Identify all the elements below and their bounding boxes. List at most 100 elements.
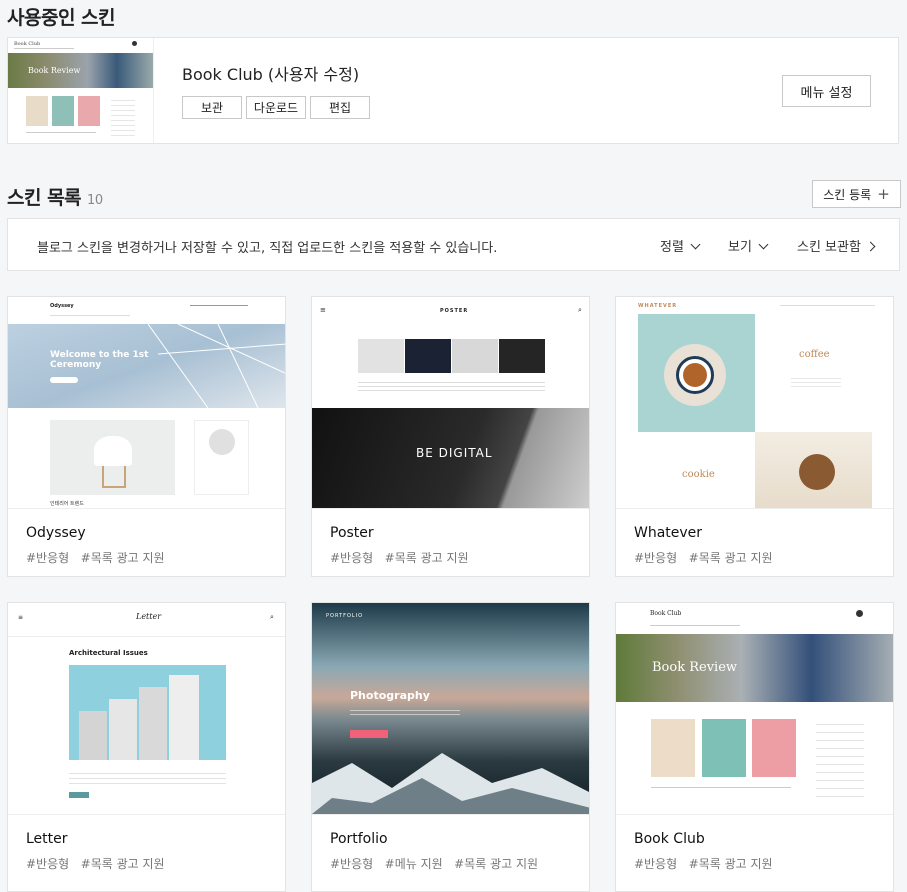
plus-icon: +: [877, 185, 890, 203]
storage-label: 스킨 보관함: [797, 240, 861, 255]
banner-text: Book Review: [652, 660, 738, 675]
skin-card-odyssey[interactable]: Odyssey Welcome to the 1st Ceremony 인테리어…: [7, 296, 286, 577]
skin-name: Odyssey: [26, 525, 86, 541]
thumb-headline: Welcome to the 1st Ceremony: [50, 350, 149, 370]
info-bar: 블로그 스킨을 변경하거나 저장할 수 있고, 직접 업로드한 스킨을 적용할 …: [7, 218, 900, 271]
skin-card-portfolio[interactable]: PORTFOLIO Photography Portfolio #반응형 #메뉴…: [311, 602, 590, 892]
tag: #반응형: [634, 857, 678, 871]
profile-image: [209, 429, 235, 455]
thumb-text: [791, 375, 841, 389]
skin-name: Portfolio: [330, 831, 388, 847]
thumb-logo: POSTER: [440, 308, 469, 314]
skin-thumbnail: Odyssey Welcome to the 1st Ceremony 인테리어…: [8, 297, 285, 509]
tag: #목록 광고 지원: [454, 857, 539, 871]
skin-card-book-club[interactable]: Book Club Book Review Book Club #반응형 #목록…: [615, 602, 894, 892]
skin-thumbnail: WHATEVER coffee cookie: [616, 297, 893, 509]
tag: #목록 광고 지원: [688, 551, 773, 565]
skin-name: Poster: [330, 525, 374, 541]
register-skin-label: 스킨 등록: [823, 187, 872, 202]
thumb-word-coffee: coffee: [799, 349, 830, 360]
menu-settings-button[interactable]: 메뉴 설정: [782, 75, 871, 107]
thumb-search: [190, 305, 248, 306]
thumb-product-3: [452, 339, 498, 373]
thumb-logo: Odyssey: [50, 303, 74, 309]
thumb-banner: BE DIGITAL: [312, 408, 589, 508]
thumb-divider: [8, 636, 285, 637]
thumb-product-2: [405, 339, 451, 373]
skin-name: Whatever: [634, 525, 703, 541]
avatar: [856, 610, 863, 617]
register-skin-button[interactable]: 스킨 등록 +: [812, 180, 901, 208]
cup: [676, 356, 714, 394]
tag: #목록 광고 지원: [80, 551, 165, 565]
thumb-logo: PORTFOLIO: [326, 613, 364, 619]
skin-card-poster[interactable]: ≡ POSTER ⌕ BE DIGITAL Poster #반응형 #목록 광고…: [311, 296, 590, 577]
thumb-nav: [50, 315, 130, 316]
thumb-hero: Welcome to the 1st Ceremony: [8, 324, 285, 408]
thumb-logo: Letter: [136, 612, 162, 621]
chair-legs: [102, 466, 126, 488]
tag: #목록 광고 지원: [384, 551, 469, 565]
thumb-headline: Photography: [350, 689, 430, 702]
menu-icon: ≡: [18, 614, 24, 621]
chevron-down-icon: [690, 239, 701, 250]
banner-text: BE DIGITAL: [416, 446, 493, 460]
building-1: [79, 711, 107, 760]
thumb-word-cookie: cookie: [682, 469, 715, 480]
thumb-nav: [780, 305, 875, 306]
chevron-down-icon: [758, 239, 769, 250]
skin-tags: #반응형 #목록 광고 지원: [26, 855, 165, 872]
current-skin-thumbnail[interactable]: Book Club Book Review: [8, 38, 154, 143]
thumb-cookie-image: [755, 432, 872, 508]
menu-icon: ≡: [320, 306, 326, 314]
thumb-book-1: [26, 96, 48, 126]
thumb-text: [350, 707, 460, 715]
skin-card-whatever[interactable]: WHATEVER coffee cookie Whatever #반응형 #목록…: [615, 296, 894, 577]
thumb-text: [26, 132, 96, 133]
tag: #반응형: [26, 551, 70, 565]
tag: #목록 광고 지원: [688, 857, 773, 871]
thumb-nav: [14, 48, 74, 49]
thumb-building: [69, 665, 226, 760]
thumb-logo: Book Club: [14, 41, 41, 47]
thumb-sidebar: [816, 717, 864, 797]
skin-thumbnail: PORTFOLIO Photography: [312, 603, 589, 815]
thumb-book-3: [752, 719, 796, 777]
tag: #반응형: [26, 857, 70, 871]
skin-name: Book Club: [634, 831, 705, 847]
thumb-book-3: [78, 96, 100, 126]
skin-tags: #반응형 #목록 광고 지원: [634, 855, 773, 872]
skin-storage-link[interactable]: 스킨 보관함: [797, 236, 876, 255]
chair-seat: [94, 436, 132, 466]
thumb-chair: [50, 420, 175, 495]
thumb-banner: Book Review: [8, 53, 153, 88]
tag: #반응형: [330, 857, 374, 871]
thumb-mountains: [312, 753, 589, 814]
thumb-book-2: [702, 719, 746, 777]
skin-card-letter[interactable]: ≡ Letter ⌕ Architectural Issues Letter #…: [7, 602, 286, 892]
thumb-book-2: [52, 96, 74, 126]
thumb-product-1: [358, 339, 404, 373]
download-button[interactable]: 다운로드: [246, 96, 306, 119]
skin-tags: #반응형 #메뉴 지원 #목록 광고 지원: [330, 855, 538, 872]
view-label: 보기: [728, 240, 752, 255]
view-dropdown[interactable]: 보기: [728, 236, 769, 255]
skin-list-title: 스킨 목록 10: [7, 183, 103, 210]
building-2: [109, 699, 137, 760]
skin-tags: #반응형 #목록 광고 지원: [634, 549, 773, 566]
keep-button[interactable]: 보관: [182, 96, 242, 119]
thumb-text: [69, 769, 226, 785]
thumb-caption: 인테리어 트렌드: [50, 501, 84, 507]
current-skin-panel: Book Club Book Review Book Club (사용자 수정)…: [7, 37, 899, 144]
skin-list-label: 스킨 목록: [7, 187, 82, 209]
edit-button[interactable]: 편집: [310, 96, 370, 119]
sort-dropdown[interactable]: 정렬: [660, 236, 701, 255]
coffee: [683, 363, 707, 387]
search-icon: ⌕: [578, 306, 582, 314]
thumb-banner: Book Review: [616, 634, 893, 702]
thumb-text: [651, 787, 791, 788]
building-4: [169, 675, 199, 760]
skin-tags: #반응형 #목록 광고 지원: [330, 549, 469, 566]
thumb-captions: [358, 379, 545, 393]
tag: #목록 광고 지원: [80, 857, 165, 871]
